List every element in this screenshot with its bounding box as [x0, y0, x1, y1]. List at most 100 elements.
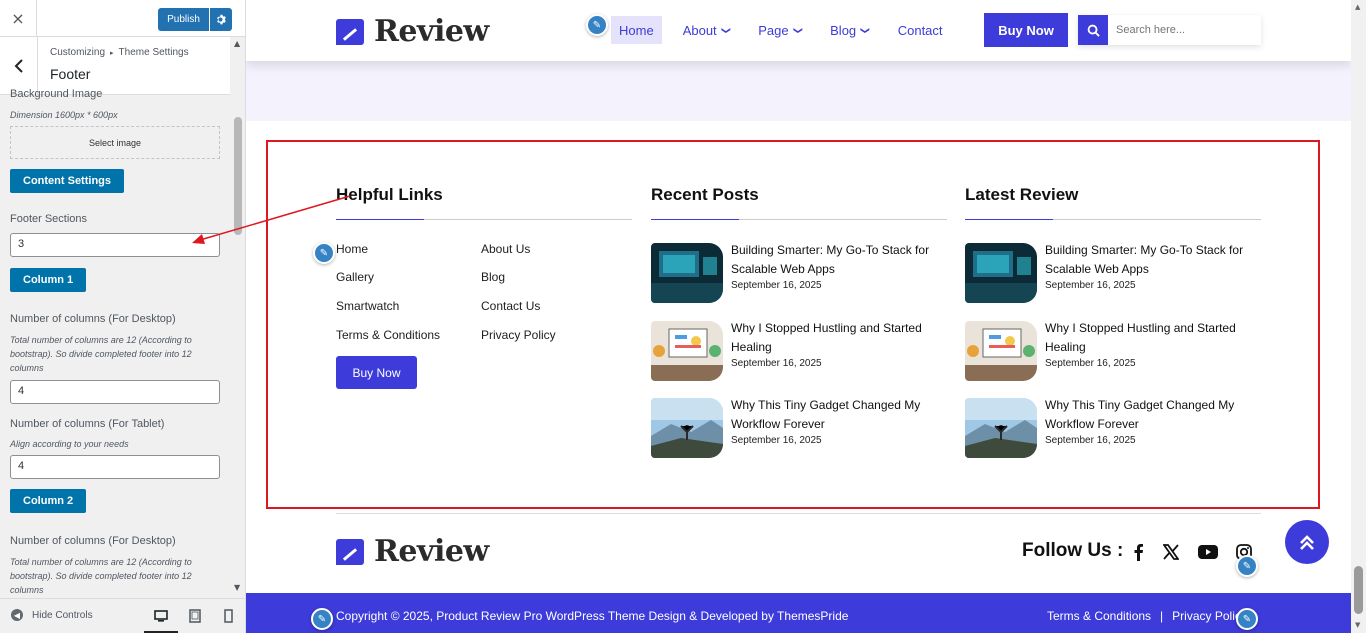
footer-link-privacy[interactable]: Privacy Policy [481, 328, 556, 342]
scroll-to-top-button[interactable] [1285, 520, 1329, 564]
col1-tablet-label: Number of columns (For Tablet) [10, 418, 165, 430]
hide-controls-button[interactable]: ◀ Hide Controls [11, 609, 93, 621]
publish-button[interactable]: Publish [158, 8, 209, 31]
tablet-preview-button[interactable] [188, 609, 202, 623]
buy-now-button[interactable]: Buy Now [984, 13, 1068, 47]
nav-label: Blog [830, 22, 857, 38]
desktop-preview-button[interactable] [144, 609, 178, 633]
post-thumbnail-tech[interactable] [965, 243, 1037, 303]
preview-scroll-thumb[interactable] [1354, 566, 1363, 614]
post-title[interactable]: Why This Tiny Gadget Changed My Workflow… [731, 396, 946, 434]
footer-sections-input[interactable]: 3 [10, 233, 220, 257]
latest-review-item[interactable]: Why I Stopped Hustling and Started Heali… [965, 321, 1261, 383]
recent-posts-title: Recent Posts [651, 185, 759, 204]
chevron-down-icon: ❯ [792, 26, 803, 34]
mobile-preview-button[interactable] [221, 609, 235, 623]
recent-post-item[interactable]: Why This Tiny Gadget Changed My Workflow… [651, 398, 947, 460]
post-title[interactable]: Why This Tiny Gadget Changed My Workflow… [1045, 396, 1260, 434]
recent-post-item[interactable]: Building Smarter: My Go-To Stack for Sca… [651, 243, 947, 305]
nav-item-blog[interactable]: Blog ❯ [822, 16, 877, 44]
breadcrumb-root: Customizing [50, 47, 106, 58]
footer-widgets-area: ✎ Helpful Links Home Gallery Smartwatch … [266, 140, 1320, 509]
edit-widget-icon[interactable]: ✎ [313, 242, 335, 264]
breadcrumb-separator: ▸ [110, 50, 114, 57]
bottom-link-terms[interactable]: Terms & Conditions [1047, 609, 1151, 623]
post-date: September 16, 2025 [731, 280, 822, 291]
sidebar-scrollbar[interactable]: ▲ ▼ [232, 37, 244, 597]
post-date: September 16, 2025 [1045, 435, 1136, 446]
content-settings-button[interactable]: Content Settings [10, 169, 124, 193]
scroll-up-icon[interactable]: ▲ [234, 39, 240, 48]
logo-text: Review [374, 14, 489, 49]
post-title[interactable]: Building Smarter: My Go-To Stack for Sca… [731, 241, 946, 279]
logo-icon [336, 18, 364, 45]
footer-link-gallery[interactable]: Gallery [336, 270, 374, 284]
column-2-button[interactable]: Column 2 [10, 489, 87, 513]
publish-settings-button[interactable] [210, 8, 232, 31]
background-image-label: Background Image [10, 88, 103, 100]
double-chevron-up-icon [1300, 535, 1314, 550]
post-thumbnail-tech[interactable] [651, 243, 723, 303]
post-title[interactable]: Building Smarter: My Go-To Stack for Sca… [1045, 241, 1260, 279]
nav-item-page[interactable]: Page ❯ [750, 16, 809, 44]
edit-menu-icon[interactable]: ✎ [586, 14, 608, 36]
nav-item-contact[interactable]: Contact [890, 16, 951, 44]
latest-review-title: Latest Review [965, 185, 1079, 204]
nav-item-home[interactable]: Home [611, 16, 662, 44]
search-icon [1087, 24, 1100, 37]
bottom-links: Terms & Conditions | Privacy Policy [1047, 609, 1247, 623]
x-icon[interactable] [1161, 541, 1181, 563]
scroll-down-icon[interactable]: ▼ [234, 583, 240, 592]
latest-review-item[interactable]: Why This Tiny Gadget Changed My Workflow… [965, 398, 1261, 460]
customizer-sidebar: × Publish Customizing ▸ Theme Settings Foo… [0, 0, 246, 633]
recent-posts-divider [651, 219, 947, 220]
tablet-icon [189, 609, 201, 623]
nav-label: Home [619, 22, 654, 38]
post-title[interactable]: Why I Stopped Hustling and Started Heali… [731, 319, 946, 357]
footer-link-contact[interactable]: Contact Us [481, 299, 540, 313]
nav-item-about[interactable]: About ❯ [675, 16, 738, 44]
edit-social-icon[interactable]: ✎ [1236, 555, 1258, 577]
site-header: Review ✎ Home About ❯ Page ❯ Blog ❯ Contact… [246, 0, 1351, 61]
recent-post-item[interactable]: Why I Stopped Hustling and Started Heali… [651, 321, 947, 383]
scroll-up-icon[interactable]: ▲ [1355, 3, 1360, 11]
post-thumbnail-mountain[interactable] [651, 398, 723, 458]
col1-tablet-input[interactable]: 4 [10, 455, 220, 479]
edit-bottom-links-icon[interactable]: ✎ [1236, 608, 1258, 630]
post-thumbnail-ideas[interactable] [965, 321, 1037, 381]
scroll-down-icon[interactable]: ▼ [1355, 621, 1360, 629]
copyright-bar: ✎ Copyright © 2025, Product Review Pro W… [246, 593, 1351, 633]
youtube-icon[interactable] [1198, 541, 1218, 563]
close-customizer-button[interactable]: × [0, 0, 37, 37]
footer-link-about[interactable]: About Us [481, 242, 530, 256]
footer-link-terms[interactable]: Terms & Conditions [336, 328, 440, 342]
footer-link-home[interactable]: Home [336, 242, 368, 256]
footer-logo[interactable]: Review [336, 534, 489, 569]
col2-desktop-label: Number of columns (For Desktop) [10, 535, 176, 547]
preview-scrollbar[interactable]: ▲ ▼ [1351, 0, 1366, 633]
edit-copyright-icon[interactable]: ✎ [311, 608, 333, 630]
gear-icon [216, 14, 226, 25]
footer-buy-now-button[interactable]: Buy Now [336, 356, 417, 389]
col1-desktop-input[interactable]: 4 [10, 380, 220, 404]
logo-icon [336, 538, 364, 565]
select-image-button[interactable]: Select image [10, 126, 220, 159]
post-thumbnail-ideas[interactable] [651, 321, 723, 381]
close-icon: × [11, 9, 25, 28]
chevron-down-icon: ❯ [860, 26, 871, 34]
search-button[interactable] [1078, 15, 1108, 45]
back-button[interactable] [0, 37, 38, 95]
site-logo[interactable]: Review [336, 14, 489, 49]
search-input[interactable] [1108, 24, 1258, 36]
post-title[interactable]: Why I Stopped Hustling and Started Heali… [1045, 319, 1260, 357]
latest-review-item[interactable]: Building Smarter: My Go-To Stack for Sca… [965, 243, 1261, 305]
follow-us-label: Follow Us : [1022, 540, 1124, 561]
facebook-icon[interactable] [1128, 541, 1148, 563]
sidebar-scroll-thumb[interactable] [234, 117, 242, 235]
nav-label: Page [758, 22, 789, 38]
footer-link-blog[interactable]: Blog [481, 270, 505, 284]
footer-link-smartwatch[interactable]: Smartwatch [336, 299, 399, 313]
col1-tablet-description: Align according to your needs [10, 439, 129, 449]
column-1-button[interactable]: Column 1 [10, 268, 87, 292]
post-thumbnail-mountain[interactable] [965, 398, 1037, 458]
